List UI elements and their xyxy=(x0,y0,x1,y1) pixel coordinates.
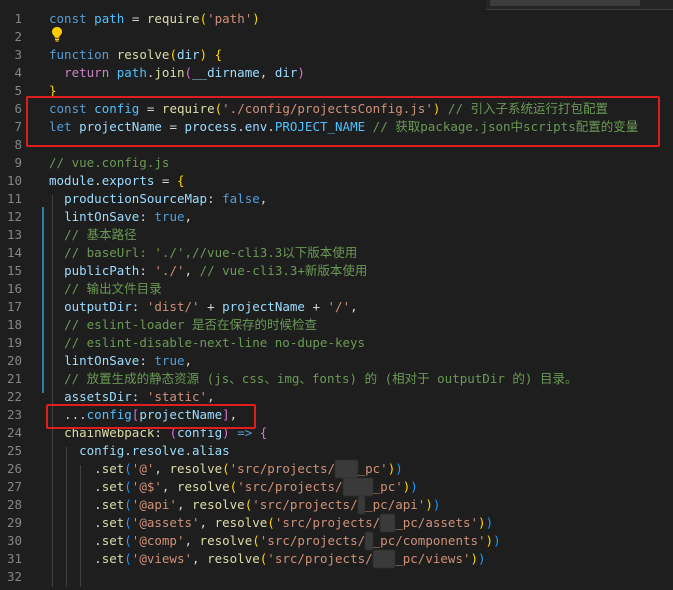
code-line[interactable]: 13 // 基本路径 xyxy=(0,226,673,244)
line-number: 25 xyxy=(6,443,22,458)
code-line[interactable]: 16 // 输出文件目录 xyxy=(0,280,673,298)
line-number: 4 xyxy=(14,65,22,80)
code-editor[interactable]: 1 const path = require('path') 2 3 function … xyxy=(0,0,673,590)
line-number: 14 xyxy=(6,245,22,260)
code-line[interactable]: 31 .set('@views', resolve('src/projects/… xyxy=(0,550,673,568)
code-text[interactable]: .set('@assets', resolve('src/projects/xx… xyxy=(49,514,493,532)
highlight-box-config-lines xyxy=(26,96,660,147)
code-line[interactable]: 2 xyxy=(0,28,673,46)
line-number: 22 xyxy=(6,389,22,404)
code-line[interactable]: 15 publicPath: './', // vue-cli3.3+新版本使用 xyxy=(0,262,673,280)
line-number: 2 xyxy=(14,29,22,44)
code-text[interactable]: .set('@views', resolve('src/projects/xxx… xyxy=(49,550,486,568)
code-line[interactable]: 12 lintOnSave: true, xyxy=(0,208,673,226)
code-line[interactable]: 17 outputDir: 'dist/' + projectName + '/… xyxy=(0,298,673,316)
line-number: 5 xyxy=(14,83,22,98)
line-number: 23 xyxy=(6,407,22,422)
code-text[interactable]: module.exports = { xyxy=(49,172,185,190)
lightbulb-icon[interactable] xyxy=(50,26,64,42)
code-line[interactable]: 14 // baseUrl: './',//vue-cli3.3以下版本使用 xyxy=(0,244,673,262)
line-number: 9 xyxy=(14,155,22,170)
code-text[interactable]: // eslint-disable-next-line no-dupe-keys xyxy=(49,334,365,352)
line-number: 10 xyxy=(6,173,22,188)
line-number: 3 xyxy=(14,47,22,62)
code-line[interactable]: 10 module.exports = { xyxy=(0,172,673,190)
line-number: 1 xyxy=(14,11,22,26)
line-number: 29 xyxy=(6,515,22,530)
code-text[interactable]: lintOnSave: true, xyxy=(49,208,192,226)
line-number: 6 xyxy=(14,101,22,116)
code-text[interactable]: config.resolve.alias xyxy=(49,442,230,460)
line-number: 24 xyxy=(6,425,22,440)
code-text[interactable]: productionSourceMap: false, xyxy=(49,190,267,208)
code-line[interactable]: 28 .set('@api', resolve('src/projects/x_… xyxy=(0,496,673,514)
code-text[interactable]: .set('@$', resolve('src/projects/xxxx_pc… xyxy=(49,478,418,496)
line-number: 7 xyxy=(14,119,22,134)
line-number: 8 xyxy=(14,137,22,152)
code-line[interactable]: 32 xyxy=(0,568,673,586)
code-text[interactable]: // vue.config.js xyxy=(49,154,169,172)
line-number: 12 xyxy=(6,209,22,224)
code-text[interactable]: // 基本路径 xyxy=(49,226,137,244)
code-text[interactable]: function resolve(dir) { xyxy=(49,46,222,64)
code-line[interactable]: 18 // eslint-loader 是否在保存的时候检查 xyxy=(0,316,673,334)
line-number: 32 xyxy=(6,569,22,584)
code-line[interactable]: 29 .set('@assets', resolve('src/projects… xyxy=(0,514,673,532)
code-line[interactable]: 3 function resolve(dir) { xyxy=(0,46,673,64)
code-line[interactable]: 1 const path = require('path') xyxy=(0,10,673,28)
code-text[interactable]: .set('@api', resolve('src/projects/x_pc/… xyxy=(49,496,440,514)
code-text[interactable]: lintOnSave: true, xyxy=(49,352,192,370)
code-text[interactable]: // eslint-loader 是否在保存的时候检查 xyxy=(49,316,317,334)
line-number: 31 xyxy=(6,551,22,566)
line-number: 21 xyxy=(6,371,22,386)
line-number: 20 xyxy=(6,353,22,368)
code-text[interactable]: return path.join(__dirname, dir) xyxy=(49,64,305,82)
line-number: 26 xyxy=(6,461,22,476)
code-text[interactable]: // baseUrl: './',//vue-cli3.3以下版本使用 xyxy=(49,244,357,262)
git-modified-bar[interactable] xyxy=(42,207,44,393)
code-line[interactable]: 11 productionSourceMap: false, xyxy=(0,190,673,208)
code-line[interactable]: 21 // 放置生成的静态资源 (js、css、img、fonts) 的 (相对… xyxy=(0,370,673,388)
code-line[interactable]: 26 .set('@', resolve('src/projects/xxx_p… xyxy=(0,460,673,478)
code-text[interactable]: const path = require('path') xyxy=(49,10,260,28)
code-line[interactable]: 27 .set('@$', resolve('src/projects/xxxx… xyxy=(0,478,673,496)
code-line[interactable]: 9 // vue.config.js xyxy=(0,154,673,172)
indent-guide xyxy=(66,447,67,587)
indent-guide xyxy=(80,465,81,587)
code-line[interactable]: 30 .set('@comp', resolve('src/projects/x… xyxy=(0,532,673,550)
code-line[interactable]: 25 config.resolve.alias xyxy=(0,442,673,460)
line-number: 30 xyxy=(6,533,22,548)
find-input[interactable] xyxy=(490,0,640,6)
line-number: 17 xyxy=(6,299,22,314)
code-line[interactable]: 20 lintOnSave: true, xyxy=(0,352,673,370)
code-line[interactable]: 4 return path.join(__dirname, dir) xyxy=(0,64,673,82)
find-widget[interactable] xyxy=(486,0,673,10)
code-line[interactable]: 19 // eslint-disable-next-line no-dupe-k… xyxy=(0,334,673,352)
line-number: 27 xyxy=(6,479,22,494)
code-text[interactable]: // 放置生成的静态资源 (js、css、img、fonts) 的 (相对于 o… xyxy=(49,370,577,388)
line-number: 28 xyxy=(6,497,22,512)
code-text[interactable]: // 输出文件目录 xyxy=(49,280,162,298)
indent-guide xyxy=(52,195,53,587)
code-text[interactable]: outputDir: 'dist/' + projectName + '/', xyxy=(49,298,358,316)
code-text[interactable]: .set('@comp', resolve('src/projects/x_pc… xyxy=(49,532,501,550)
line-number: 19 xyxy=(6,335,22,350)
highlight-box-spread-config xyxy=(46,404,256,429)
line-number: 15 xyxy=(6,263,22,278)
line-number: 13 xyxy=(6,227,22,242)
line-number: 18 xyxy=(6,317,22,332)
line-number: 16 xyxy=(6,281,22,296)
code-text[interactable]: .set('@', resolve('src/projects/xxx_pc')… xyxy=(49,460,403,478)
line-number: 11 xyxy=(6,191,22,206)
code-text[interactable]: publicPath: './', // vue-cli3.3+新版本使用 xyxy=(49,262,367,280)
